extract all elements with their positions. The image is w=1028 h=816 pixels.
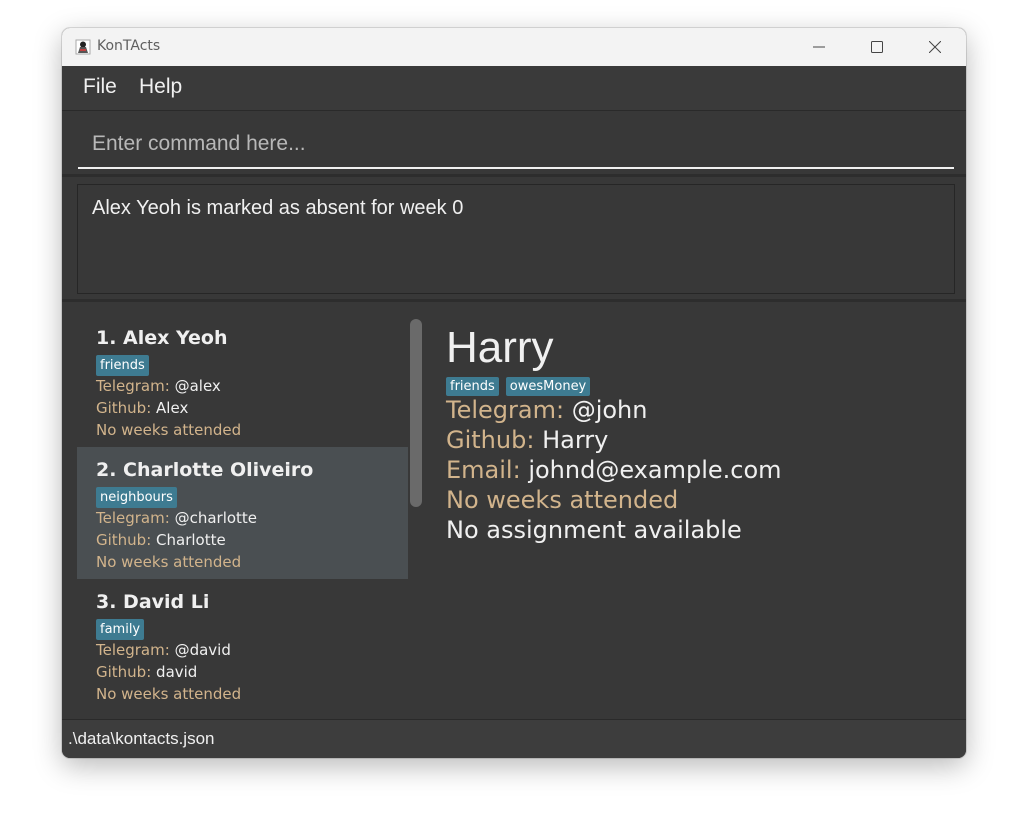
list-scrollbar[interactable] xyxy=(410,319,422,507)
contact-weeks: No weeks attended xyxy=(96,553,242,571)
app-icon xyxy=(75,39,91,55)
contact-tag: neighbours xyxy=(96,487,177,508)
detail-telegram: Telegram: @john xyxy=(446,396,648,424)
contact-card-selected[interactable]: 2. Charlotte Oliveiro neighbours Telegra… xyxy=(77,447,408,579)
close-icon xyxy=(929,41,941,53)
maximize-icon xyxy=(871,41,883,53)
detail-email: Email: johnd@example.com xyxy=(446,456,782,484)
menu-help[interactable]: Help xyxy=(135,75,186,99)
contact-github: Github: Alex xyxy=(96,399,189,417)
contact-card[interactable]: 3. David Li family Telegram: @david Gith… xyxy=(77,579,408,707)
contact-name: 1. Alex Yeoh xyxy=(96,327,228,349)
result-message: Alex Yeoh is marked as absent for week 0 xyxy=(92,197,464,219)
contact-telegram: Telegram: @david xyxy=(96,641,231,659)
contact-tag: family xyxy=(96,619,145,640)
minimize-icon xyxy=(813,46,825,48)
detail-github: Github: Harry xyxy=(446,426,609,454)
contact-name: 3. David Li xyxy=(96,591,210,613)
data-file-path: .\data\kontacts.json xyxy=(68,729,215,748)
menu-bar: File Help xyxy=(62,66,966,111)
detail-tags: friends owesMoney xyxy=(446,375,597,396)
minimize-button[interactable] xyxy=(790,28,848,66)
command-box xyxy=(78,121,954,169)
contact-name: 2. Charlotte Oliveiro xyxy=(96,459,314,481)
status-bar: .\data\kontacts.json xyxy=(62,719,966,758)
contact-github: Github: david xyxy=(96,663,198,681)
divider xyxy=(62,299,966,302)
contact-telegram: Telegram: @charlotte xyxy=(96,509,258,527)
maximize-button[interactable] xyxy=(848,28,906,66)
result-display: Alex Yeoh is marked as absent for week 0 xyxy=(77,184,955,294)
contact-weeks: No weeks attended xyxy=(96,421,242,439)
divider xyxy=(62,174,966,177)
contact-telegram: Telegram: @alex xyxy=(96,377,221,395)
detail-tag: friends xyxy=(446,377,499,396)
contact-weeks: No weeks attended xyxy=(96,685,242,703)
contact-tag: friends xyxy=(96,355,149,376)
contact-github: Github: Charlotte xyxy=(96,531,226,549)
command-input[interactable] xyxy=(78,121,954,167)
window-title: KonTActs xyxy=(97,38,161,54)
close-button[interactable] xyxy=(906,28,964,66)
title-bar: KonTActs xyxy=(62,28,966,66)
contact-card[interactable]: 1. Alex Yeoh friends Telegram: @alex Git… xyxy=(77,315,408,447)
detail-assignment: No assignment available xyxy=(446,516,742,544)
menu-file[interactable]: File xyxy=(79,75,121,99)
app-window: KonTActs File Help Alex Yeoh is marked a… xyxy=(62,28,966,758)
detail-weeks: No weeks attended xyxy=(446,486,679,514)
detail-tag: owesMoney xyxy=(505,377,591,396)
detail-name: Harry xyxy=(446,323,554,372)
contact-list[interactable]: 1. Alex Yeoh friends Telegram: @alex Git… xyxy=(77,315,408,707)
